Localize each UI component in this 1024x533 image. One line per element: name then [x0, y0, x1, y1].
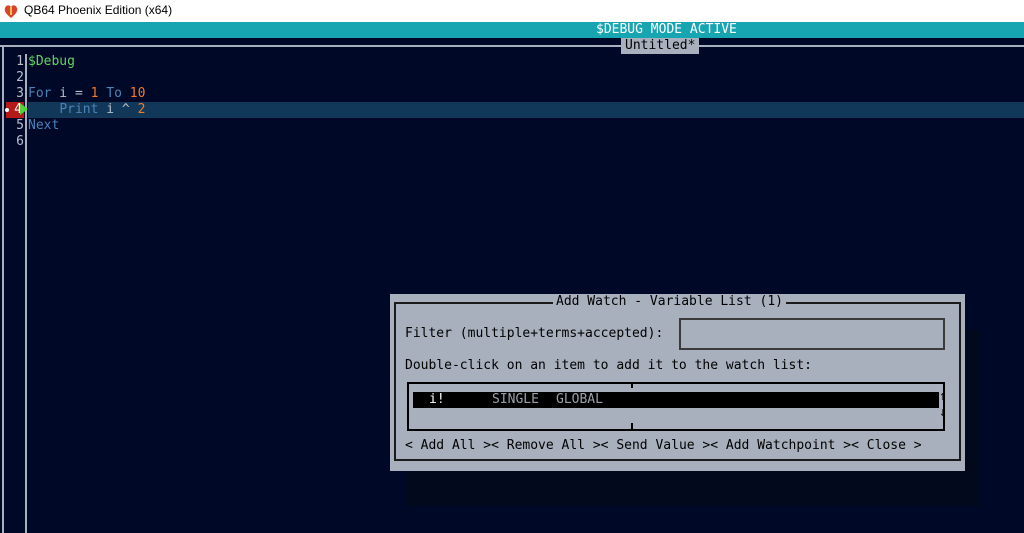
editor-tab-title[interactable]: Untitled* — [621, 38, 700, 54]
window-titlebar: QB64 Phoenix Edition (x64) — [0, 0, 1024, 22]
qb64-app-icon — [4, 5, 18, 18]
code-editor[interactable]: $Debug For i = 1 To 10 Print i ^ 2 Next — [28, 54, 1024, 150]
line-number[interactable]: 5 — [6, 118, 24, 134]
code-line[interactable]: For i = 1 To 10 — [28, 86, 1024, 102]
editor-left-frame — [2, 45, 4, 533]
keyword-to: To — [98, 86, 130, 101]
scroll-down-arrow-icon[interactable]: ↓ — [939, 406, 947, 419]
debug-mode-banner: $DEBUG MODE ACTIVE — [0, 22, 1024, 38]
instructions-label: Double-click on an item to add it to the… — [405, 358, 812, 373]
add-watchpoint-button[interactable]: < Add Watchpoint > — [710, 438, 851, 453]
column-divider — [631, 423, 633, 429]
add-watch-dialog: Add Watch - Variable List (1) Filter (mu… — [390, 294, 965, 471]
keyword-for: For — [28, 86, 52, 101]
remove-all-button[interactable]: < Remove All > — [491, 438, 601, 453]
dialog-button-row: < Add All >< Remove All >< Send Value ><… — [405, 438, 922, 454]
execution-pointer-icon — [20, 103, 28, 115]
list-item[interactable]: i! SINGLE GLOBAL — [413, 392, 939, 408]
add-all-button[interactable]: < Add All > — [405, 438, 491, 453]
code-line[interactable] — [28, 134, 1024, 150]
variable-type: SINGLE — [492, 392, 539, 407]
keyword-next: Next — [28, 118, 60, 133]
window-title: QB64 Phoenix Edition (x64) — [24, 3, 173, 17]
line-number[interactable]: 3 — [6, 86, 24, 102]
column-divider — [631, 382, 633, 388]
variable-scope: GLOBAL — [556, 392, 603, 407]
loop-variable: i = — [51, 86, 91, 101]
filter-label: Filter (multiple+terms+accepted): — [405, 326, 664, 341]
exponent-number: 2 — [137, 102, 146, 117]
dialog-title: Add Watch - Variable List (1) — [553, 294, 786, 310]
variable-listbox[interactable]: i! SINGLE GLOBAL ↑ ↓ — [407, 382, 947, 431]
filter-input[interactable] — [679, 318, 945, 350]
print-expression: i ^ — [98, 102, 138, 117]
code-line[interactable]: Next — [28, 118, 1024, 134]
debug-mode-text: $DEBUG MODE ACTIVE — [596, 22, 737, 37]
line-number-gutter[interactable]: 1 2 3 4 5 6 — [5, 54, 24, 150]
line-number[interactable]: 1 — [6, 54, 24, 70]
editor-top-frame — [0, 45, 1024, 47]
code-line[interactable] — [28, 70, 1024, 86]
breakpoint-dot-icon — [5, 108, 9, 112]
scroll-up-arrow-icon[interactable]: ↑ — [939, 390, 947, 403]
metacommand: $Debug — [28, 54, 75, 69]
code-line[interactable]: $Debug — [28, 54, 1024, 70]
line-number[interactable]: 2 — [6, 70, 24, 86]
loop-end-number: 10 — [129, 86, 146, 101]
gutter-separator — [25, 54, 27, 533]
code-line-current[interactable]: Print i ^ 2 — [28, 102, 1024, 118]
line-number[interactable]: 6 — [6, 134, 24, 150]
variable-name: i! — [429, 392, 445, 407]
keyword-print: Print — [59, 102, 99, 117]
send-value-button[interactable]: < Send Value > — [601, 438, 711, 453]
close-button[interactable]: < Close > — [851, 438, 921, 453]
